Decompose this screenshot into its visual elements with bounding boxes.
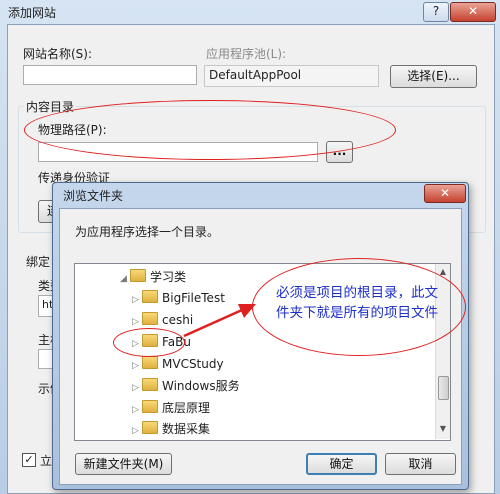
- browse-dialog-title: 浏览文件夹: [63, 189, 124, 203]
- start-site-label: 立: [40, 454, 53, 468]
- collapsed-arrow-icon: ▷: [132, 426, 139, 436]
- cancel-button[interactable]: 取消: [385, 453, 456, 475]
- folder-icon: [142, 312, 158, 325]
- folder-icon: [142, 290, 158, 303]
- close-icon: ✕: [439, 186, 451, 200]
- close-icon: ✕: [467, 4, 479, 18]
- select-app-pool-button[interactable]: 选择(E)...: [390, 65, 477, 88]
- tree-item-low-level[interactable]: ▷ 底层原理: [132, 398, 210, 418]
- folder-icon: [142, 378, 158, 391]
- collapsed-arrow-icon: ▷: [132, 405, 139, 415]
- path-highlight-circle: [24, 100, 396, 160]
- fabu-highlight-circle: [113, 328, 185, 357]
- app-pool-field: DefaultAppPool: [204, 65, 379, 87]
- folder-icon: [142, 356, 158, 369]
- browse-close-button[interactable]: ✕: [424, 184, 466, 203]
- folder-icon: [130, 269, 146, 282]
- binding-label: 绑定: [26, 255, 51, 269]
- window-close-button[interactable]: ✕: [450, 2, 496, 22]
- help-icon: ?: [432, 4, 440, 18]
- annotation-arrow-icon: [183, 304, 256, 338]
- folder-icon: [142, 400, 158, 413]
- scroll-down-icon[interactable]: ▼: [438, 424, 448, 433]
- site-name-input[interactable]: [23, 65, 197, 85]
- collapsed-arrow-icon: ▷: [132, 361, 139, 371]
- collapsed-arrow-icon: ▷: [132, 295, 139, 305]
- tree-item-data-collection[interactable]: ▷ 数据采集: [132, 419, 210, 439]
- expanded-arrow-icon: ◢: [120, 274, 127, 284]
- tree-item-study[interactable]: ◢ 学习类: [120, 267, 186, 287]
- new-folder-button[interactable]: 新建文件夹(M): [75, 453, 172, 475]
- help-button[interactable]: ?: [423, 2, 449, 22]
- window-title: 添加网站: [8, 6, 57, 20]
- scrollbar-thumb[interactable]: [438, 376, 449, 400]
- annotation-note: 必须是项目的根目录，此文件夹下就是所有的项目文件: [276, 285, 438, 321]
- tree-item-mvcstudy[interactable]: ▷ MVCStudy: [132, 354, 224, 374]
- start-site-checkbox[interactable]: ✓: [22, 453, 36, 467]
- app-pool-label: 应用程序池(L):: [206, 47, 287, 61]
- tree-item-windows-service[interactable]: ▷ Windows服务: [132, 376, 240, 396]
- folder-icon: [142, 421, 158, 434]
- collapsed-arrow-icon: ▷: [132, 383, 139, 393]
- site-name-label: 网站名称(S):: [23, 47, 93, 61]
- browse-prompt: 为应用程序选择一个目录。: [75, 225, 220, 239]
- ok-button[interactable]: 确定: [306, 453, 377, 475]
